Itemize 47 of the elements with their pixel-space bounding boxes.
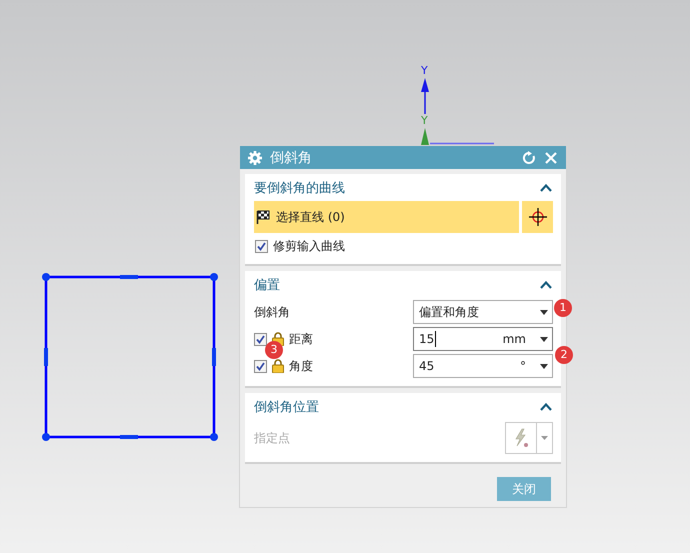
- number-badge: 1: [554, 299, 572, 317]
- field-label: 角度: [289, 358, 314, 374]
- text-cursor: [435, 331, 436, 347]
- axis-arrow: [420, 128, 430, 145]
- section-title[interactable]: 倒斜角位置: [254, 398, 319, 416]
- unit-label: mm: [502, 332, 527, 346]
- collapse-icon[interactable]: [540, 184, 552, 192]
- axis-arrow: [420, 78, 430, 114]
- checkbox-label: 修剪输入曲线: [273, 238, 345, 254]
- value-field[interactable]: 45 °: [413, 354, 553, 378]
- section-title[interactable]: 要倒斜角的曲线: [254, 178, 345, 196]
- dropdown-button[interactable]: [537, 422, 553, 454]
- checkbox[interactable]: [254, 360, 267, 372]
- number-badge: 2: [555, 346, 573, 364]
- window-title: 倒斜角: [270, 148, 312, 166]
- gear-icon: [248, 150, 262, 164]
- crosshair-icon: [528, 208, 546, 226]
- field-value: 15: [419, 332, 434, 346]
- close-icon[interactable]: [544, 150, 558, 164]
- lock-icon[interactable]: [272, 359, 284, 373]
- field-value: 45: [419, 359, 434, 373]
- selection-bar[interactable]: 选择直线 (0): [254, 201, 519, 233]
- axis-line: [430, 142, 494, 145]
- axis-label: Y: [421, 115, 428, 126]
- checkbox[interactable]: [255, 240, 268, 252]
- field-label: 指定点: [254, 430, 291, 446]
- number-badge: 3: [265, 341, 283, 359]
- section-title[interactable]: 偏置: [254, 276, 280, 294]
- reset-icon[interactable]: [522, 150, 536, 164]
- dropdown-arrow-icon: [540, 310, 548, 314]
- selection-label: 选择直线 (0): [276, 208, 345, 226]
- collapse-icon[interactable]: [540, 402, 552, 410]
- lightning-icon: [513, 428, 529, 448]
- dropdown-arrow-icon: [540, 364, 548, 368]
- dropdown-arrow-icon: [540, 336, 548, 342]
- unit-label: °: [519, 359, 527, 373]
- crosshair-button[interactable]: [522, 201, 553, 233]
- checkbox[interactable]: [254, 332, 267, 346]
- field-label: 距离: [289, 330, 314, 348]
- caret-icon: [541, 436, 548, 440]
- value-field[interactable]: 15 mm: [413, 327, 553, 351]
- dropdown-value: 偏置和角度: [419, 304, 479, 320]
- collapse-icon[interactable]: [540, 280, 552, 288]
- flag-icon: [256, 210, 270, 224]
- axis-label: Y: [421, 65, 428, 76]
- field-label: 倒斜角: [254, 304, 291, 320]
- dropdown[interactable]: 偏置和角度: [413, 300, 553, 324]
